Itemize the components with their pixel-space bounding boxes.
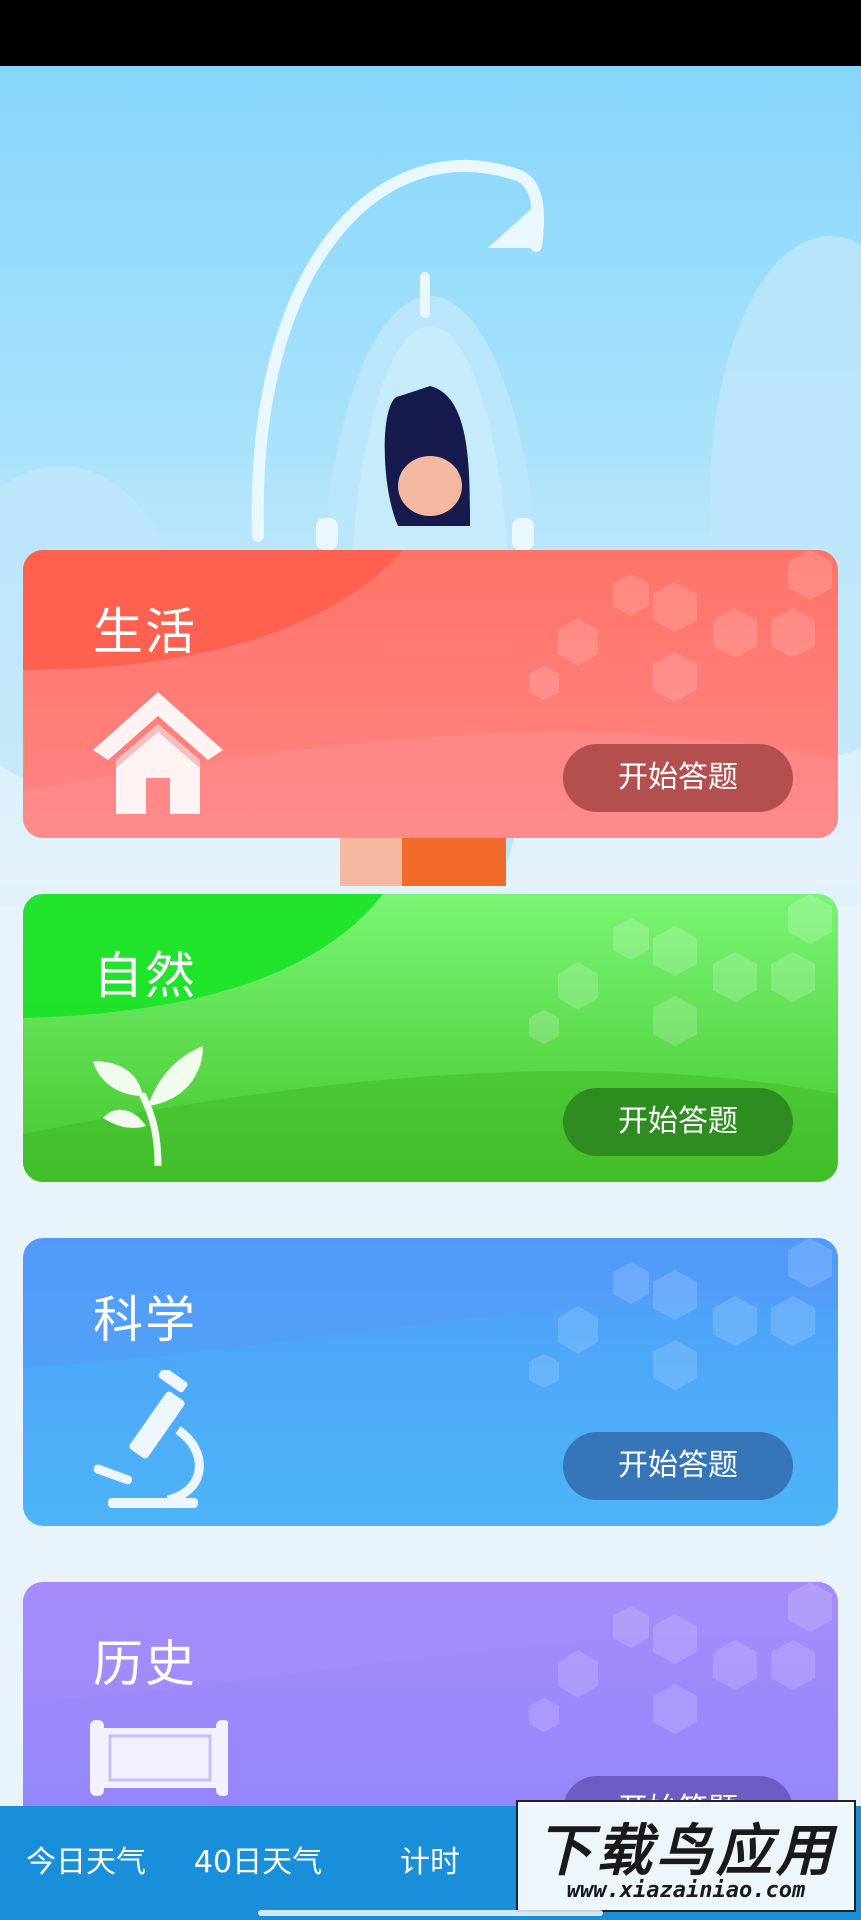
category-card-life[interactable]: 生活 开始答题 bbox=[23, 550, 838, 838]
microscope-icon bbox=[93, 1370, 204, 1508]
watermark-logo: 下载鸟应用 www.xiazainiao.com bbox=[516, 1800, 856, 1912]
tab-timer[interactable]: 计时 bbox=[344, 1806, 516, 1920]
watermark-title: 下载鸟应用 bbox=[536, 1819, 836, 1884]
house-icon bbox=[93, 692, 223, 814]
status-bar bbox=[0, 0, 861, 66]
start-quiz-button[interactable]: 开始答题 bbox=[563, 744, 793, 812]
card-title: 生活 bbox=[93, 603, 197, 661]
category-card-science[interactable]: 科学 开始答题 bbox=[23, 1238, 838, 1526]
category-card-nature[interactable]: 自然 开始答题 bbox=[23, 894, 838, 1182]
tab-40-day-weather[interactable]: 40日天气 bbox=[172, 1806, 344, 1920]
card-title: 自然 bbox=[93, 947, 197, 1005]
watermark-url: www.xiazainiao.com bbox=[566, 1878, 806, 1903]
card-title: 科学 bbox=[93, 1291, 197, 1349]
tab-today-weather[interactable]: 今日天气 bbox=[0, 1806, 172, 1920]
card-title: 历史 bbox=[93, 1635, 197, 1693]
start-quiz-button[interactable]: 开始答题 bbox=[563, 1088, 793, 1156]
start-quiz-button[interactable]: 开始答题 bbox=[563, 1432, 793, 1500]
home-indicator[interactable] bbox=[258, 1910, 603, 1916]
leaf-icon bbox=[93, 1046, 203, 1166]
